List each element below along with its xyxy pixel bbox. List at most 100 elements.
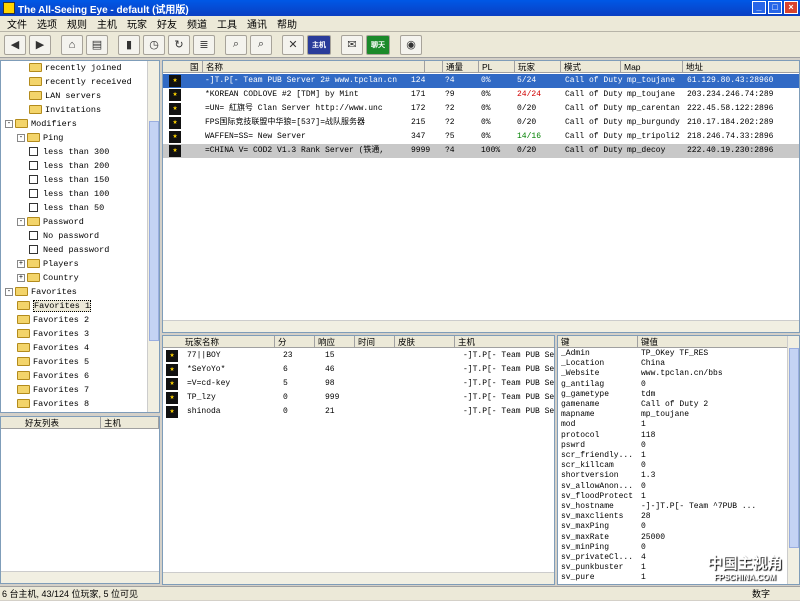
- rule-row[interactable]: scr_killcam 0: [558, 461, 789, 471]
- friends-header-host[interactable]: 主机: [101, 417, 159, 429]
- tree-item[interactable]: - Favorites: [5, 286, 77, 299]
- menu-help[interactable]: 帮助: [272, 16, 302, 31]
- checkbox[interactable]: [29, 189, 38, 199]
- server-header-pl[interactable]: PL: [479, 61, 515, 73]
- player-header-score[interactable]: 分: [275, 336, 315, 348]
- expand-icon[interactable]: +: [17, 259, 25, 268]
- tools-icon[interactable]: ✕: [282, 34, 304, 55]
- timer-icon[interactable]: ◷: [143, 34, 165, 55]
- rule-row[interactable]: sv_maxPing 0: [558, 522, 789, 532]
- tree-item[interactable]: Invitations: [29, 104, 101, 117]
- menu-options[interactable]: 选项: [32, 16, 62, 31]
- forward-icon[interactable]: ▶: [29, 34, 51, 55]
- tree-item[interactable]: recently joined: [29, 62, 122, 75]
- server-header-mode[interactable]: 模式: [561, 61, 621, 73]
- player-row[interactable]: ★ *SeYoYo* 6 46 -]T.P[- Team PUB Se: [163, 363, 554, 377]
- tree-item[interactable]: Favorites 2: [17, 314, 89, 327]
- collapse-icon[interactable]: -: [5, 119, 13, 128]
- player-header-time[interactable]: 时间: [355, 336, 395, 348]
- expand-icon[interactable]: +: [17, 273, 25, 282]
- menu-rules[interactable]: 规则: [62, 16, 92, 31]
- tree-item[interactable]: Need password: [29, 244, 109, 257]
- tree-item[interactable]: + Players: [17, 258, 79, 271]
- mail-icon[interactable]: ✉: [341, 34, 363, 55]
- server-hscroll[interactable]: [163, 320, 799, 332]
- tree-item[interactable]: - Modifiers: [5, 118, 77, 131]
- close-button[interactable]: ×: [784, 1, 798, 14]
- checkbox[interactable]: [29, 203, 38, 213]
- rule-row[interactable]: _Admin TP_OKey TF_RES: [558, 349, 789, 359]
- server-header-ping[interactable]: 通量: [443, 61, 479, 73]
- menu-channel[interactable]: 频道: [182, 16, 212, 31]
- menu-friends[interactable]: 好友: [152, 16, 182, 31]
- tree-item[interactable]: - Ping: [17, 132, 63, 145]
- tree-item[interactable]: less than 200: [29, 160, 109, 173]
- checkbox[interactable]: [29, 175, 38, 185]
- refresh-icon[interactable]: ↻: [168, 34, 190, 55]
- collapse-icon[interactable]: -: [5, 287, 13, 296]
- tree-item[interactable]: recently received: [29, 76, 132, 89]
- checkbox[interactable]: [29, 161, 38, 171]
- chat-button[interactable]: 聊天: [366, 34, 390, 55]
- rule-row[interactable]: pswrd 0: [558, 441, 789, 451]
- tree-item[interactable]: Favorites 5: [17, 356, 89, 369]
- player-row[interactable]: ★ 77||BOY 23 15 -]T.P[- Team PUB Se: [163, 349, 554, 363]
- tree-vscroll[interactable]: [147, 61, 159, 412]
- rule-row[interactable]: scr_friendly... 1: [558, 451, 789, 461]
- rule-row[interactable]: gamename Call of Duty 2: [558, 400, 789, 410]
- tree-item[interactable]: less than 150: [29, 174, 109, 187]
- search-refresh-icon[interactable]: ⌕: [250, 34, 272, 55]
- server-row[interactable]: ★ -]T.P[- Team PUB Server 2# www.tpclan.c…: [163, 74, 799, 88]
- rule-row[interactable]: sv_floodProtect 1: [558, 492, 789, 502]
- tree-item[interactable]: + Country: [17, 272, 79, 285]
- filter-icon[interactable]: ▮: [118, 34, 140, 55]
- menu-file[interactable]: 文件: [2, 16, 32, 31]
- home-icon[interactable]: ⌂: [61, 34, 83, 55]
- server-header-address[interactable]: 地址: [683, 61, 799, 73]
- minimize-button[interactable]: _: [752, 1, 766, 14]
- rule-row[interactable]: sv_maxclients 28: [558, 512, 789, 522]
- rule-row[interactable]: _Website www.tpclan.cn/bbs: [558, 369, 789, 379]
- tree-item[interactable]: Favorites 1: [17, 300, 92, 313]
- menu-players[interactable]: 玩家: [122, 16, 152, 31]
- rule-row[interactable]: protocol 118: [558, 431, 789, 441]
- rule-row[interactable]: g_antilag 0: [558, 380, 789, 390]
- server-row[interactable]: ★ *KOREAN CODLOVE #2 [TDM] by Mint 171 ?9 0%…: [163, 88, 799, 102]
- rule-row[interactable]: sv_maxRate 25000: [558, 533, 789, 543]
- collapse-icon[interactable]: -: [17, 217, 25, 226]
- player-hscroll[interactable]: [163, 572, 554, 584]
- player-row[interactable]: ★ TP_lzy 0 999 -]T.P[- Team PUB Se: [163, 391, 554, 405]
- tree-item[interactable]: Favorites 4: [17, 342, 89, 355]
- rule-row[interactable]: mapname mp_toujane: [558, 410, 789, 420]
- checkbox[interactable]: [29, 147, 38, 157]
- rule-row[interactable]: g_gametype tdm: [558, 390, 789, 400]
- server-row[interactable]: ★ =UN= 紅旗号 Clan Server http://www.unc 172?…: [163, 102, 799, 116]
- server-header-map[interactable]: Map: [621, 61, 683, 73]
- player-row[interactable]: ★ =V=cd-key 5 98 -]T.P[- Team PUB Se: [163, 377, 554, 391]
- server-row[interactable]: ★ =CHINA V= COD2 V1.3 Rank Server (铁通, 99…: [163, 144, 799, 158]
- checkbox[interactable]: [29, 231, 38, 241]
- server-header-country[interactable]: 国: [187, 61, 203, 73]
- back-icon[interactable]: ◀: [4, 34, 26, 55]
- player-header-host[interactable]: 主机: [455, 336, 554, 348]
- tree-item[interactable]: - Password: [17, 216, 84, 229]
- tree-item[interactable]: less than 100: [29, 188, 109, 201]
- checkbox[interactable]: [29, 245, 38, 255]
- maximize-button[interactable]: □: [768, 1, 782, 14]
- tree-item[interactable]: less than 300: [29, 146, 109, 159]
- player-row[interactable]: ★ shinoda 0 21 -]T.P[- Team PUB Se: [163, 405, 554, 419]
- player-header-ping[interactable]: 响应: [315, 336, 355, 348]
- tree-item[interactable]: Favorites 7: [17, 384, 89, 397]
- tree-item[interactable]: Favorites 8: [17, 398, 89, 411]
- player-header-name[interactable]: 玩家名称: [163, 336, 275, 348]
- friends-hscroll[interactable]: [1, 571, 159, 583]
- folder-open-icon[interactable]: ▤: [86, 34, 108, 55]
- menu-tools[interactable]: 工具: [212, 16, 242, 31]
- tree-item[interactable]: Favorites 3: [17, 328, 89, 341]
- search-icon[interactable]: ⌕: [225, 34, 247, 55]
- rule-row[interactable]: sv_hostname -]-]T.P[- Team ^7PUB ...: [558, 502, 789, 512]
- server-header-name[interactable]: 名称: [203, 61, 425, 73]
- stack-icon[interactable]: ≣: [193, 34, 215, 55]
- tree-item[interactable]: No password: [29, 230, 99, 243]
- tree-item[interactable]: less than 50: [29, 202, 104, 215]
